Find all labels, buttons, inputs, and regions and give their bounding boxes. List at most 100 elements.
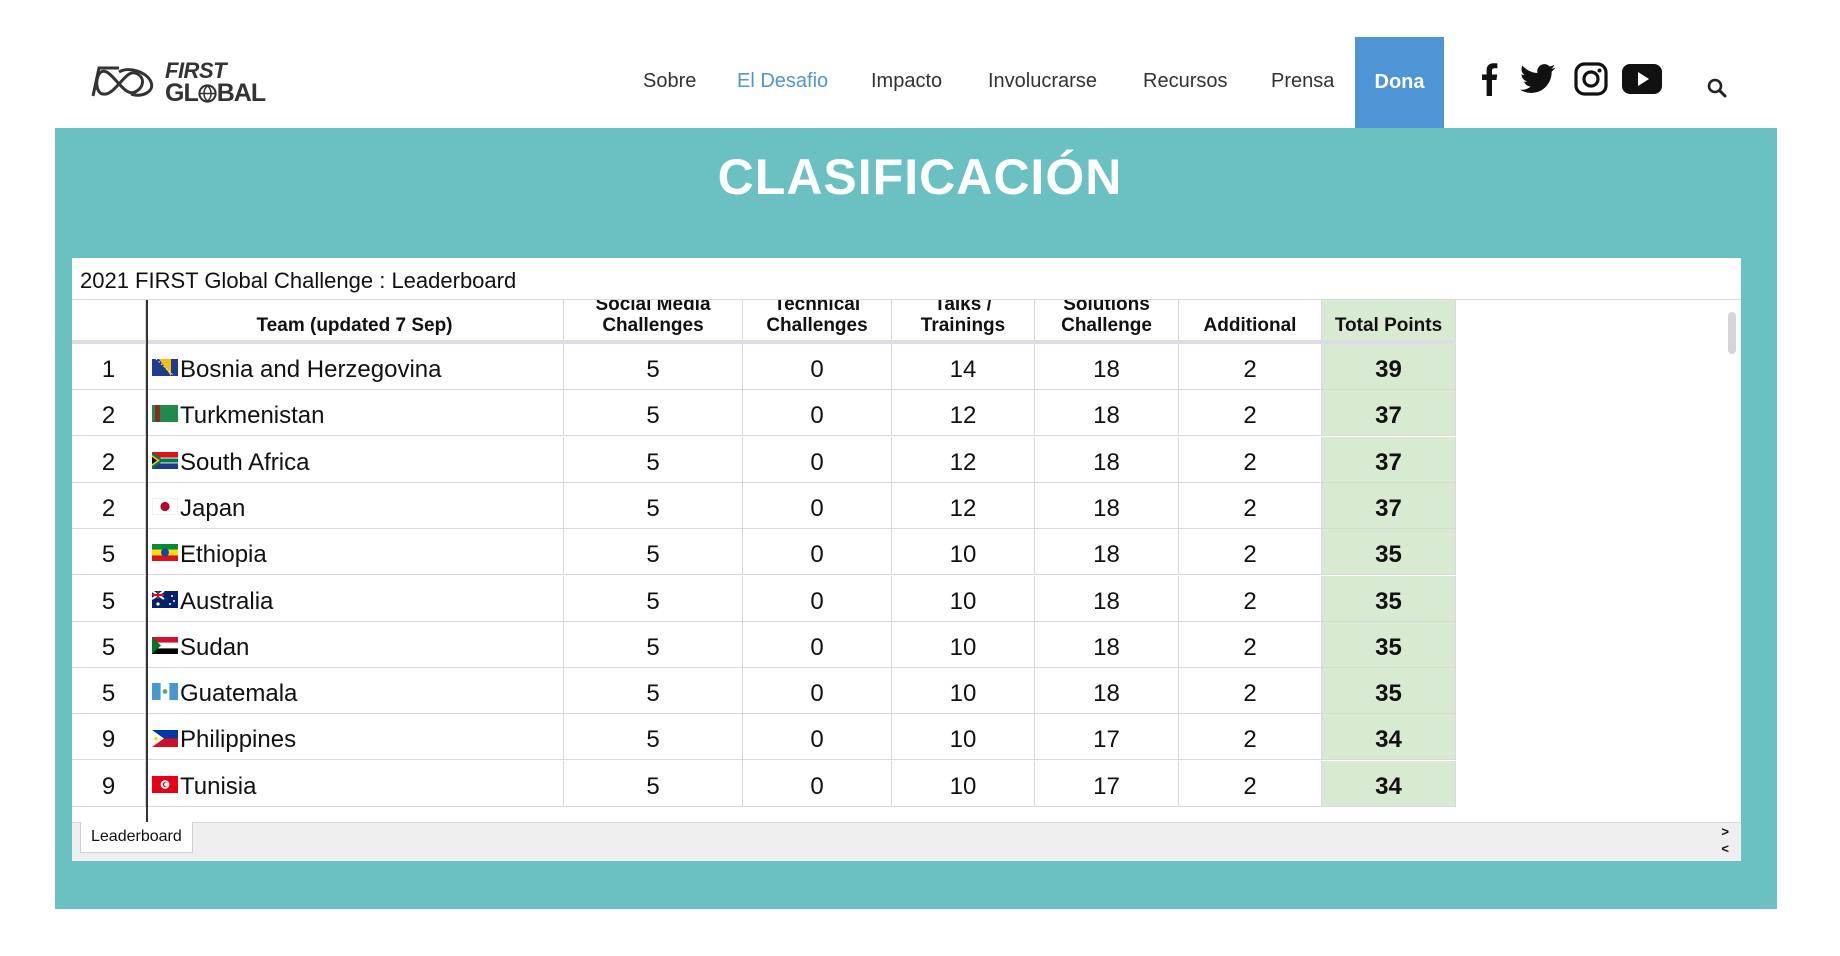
table-row[interactable]: 5 Guatemala 5 0 10 18 2 35: [72, 668, 1456, 715]
cell-talks[interactable]: 10: [892, 575, 1035, 622]
cell-talks[interactable]: 10: [892, 529, 1035, 576]
cell-talks[interactable]: 10: [892, 760, 1035, 807]
cell-additional[interactable]: 2: [1179, 482, 1322, 529]
cell-talks[interactable]: 10: [892, 621, 1035, 668]
cell-rank[interactable]: 5: [72, 621, 146, 668]
cell-additional[interactable]: 2: [1179, 714, 1322, 761]
cell-solutions[interactable]: 18: [1035, 621, 1179, 668]
cell-total[interactable]: 35: [1322, 529, 1456, 576]
cell-rank[interactable]: 5: [72, 668, 146, 715]
search-icon[interactable]: [1707, 78, 1727, 98]
cell-social[interactable]: 5: [564, 390, 743, 437]
cell-total[interactable]: 35: [1322, 575, 1456, 622]
cell-team[interactable]: Bosnia and Herzegovina: [146, 344, 564, 390]
cell-rank[interactable]: 2: [72, 390, 146, 437]
col-header-total[interactable]: Total Points: [1322, 300, 1456, 340]
col-header-social[interactable]: Social Media Challenges: [564, 300, 743, 340]
cell-social[interactable]: 5: [564, 575, 743, 622]
cell-team[interactable]: Australia: [146, 575, 564, 622]
cell-social[interactable]: 5: [564, 621, 743, 668]
cell-additional[interactable]: 2: [1179, 344, 1322, 390]
cell-rank[interactable]: 5: [72, 529, 146, 576]
cell-technical[interactable]: 0: [743, 482, 892, 529]
col-header-talks[interactable]: Talks / Trainings: [892, 300, 1035, 340]
cell-team[interactable]: Sudan: [146, 621, 564, 668]
cell-total[interactable]: 37: [1322, 482, 1456, 529]
table-row[interactable]: 2 South Africa 5 0 12 18 2 37: [72, 436, 1456, 484]
cell-rank[interactable]: 2: [72, 482, 146, 529]
cell-total[interactable]: 37: [1322, 436, 1456, 483]
table-row[interactable]: 5 Australia 5 0 10 18 2 35: [72, 575, 1456, 623]
cell-team[interactable]: Japan: [146, 482, 564, 529]
donate-button[interactable]: Dona: [1355, 37, 1444, 128]
nav-item-recursos[interactable]: Recursos: [1143, 70, 1227, 93]
col-header-solutions[interactable]: Solutions Challenge: [1035, 300, 1179, 340]
cell-social[interactable]: 5: [564, 529, 743, 576]
col-header-technical[interactable]: Technical Challenges: [743, 300, 892, 340]
cell-solutions[interactable]: 18: [1035, 575, 1179, 622]
cell-rank[interactable]: 1: [72, 344, 146, 390]
cell-technical[interactable]: 0: [743, 436, 892, 483]
col-header-rank[interactable]: [72, 300, 146, 340]
cell-solutions[interactable]: 18: [1035, 390, 1179, 437]
table-row[interactable]: 2 Turkmenistan 5 0 12 18 2 37: [72, 390, 1456, 437]
embedded-spreadsheet[interactable]: 2021 FIRST Global Challenge : Leaderboar…: [72, 258, 1741, 861]
cell-social[interactable]: 5: [564, 668, 743, 715]
cell-solutions[interactable]: 18: [1035, 668, 1179, 715]
nav-item-el-desafio[interactable]: El Desafio: [737, 70, 828, 93]
cell-rank[interactable]: 2: [72, 436, 146, 483]
youtube-icon[interactable]: [1622, 64, 1662, 94]
cell-total[interactable]: 39: [1322, 344, 1456, 390]
cell-social[interactable]: 5: [564, 344, 743, 390]
cell-team[interactable]: Tunisia: [146, 760, 564, 807]
nav-item-prensa[interactable]: Prensa: [1271, 70, 1334, 93]
table-row[interactable]: 2 Japan 5 0 12 18 2 37: [72, 482, 1456, 530]
cell-talks[interactable]: 12: [892, 390, 1035, 437]
table-row[interactable]: 9 Tunisia 5 0 10 17 2 34: [72, 760, 1456, 808]
cell-solutions[interactable]: 17: [1035, 760, 1179, 807]
nav-item-sobre[interactable]: Sobre: [643, 70, 696, 93]
cell-talks[interactable]: 10: [892, 714, 1035, 761]
cell-additional[interactable]: 2: [1179, 436, 1322, 483]
cell-total[interactable]: 34: [1322, 760, 1456, 807]
instagram-icon[interactable]: [1574, 62, 1608, 96]
sheet-tab-leaderboard[interactable]: Leaderboard: [80, 822, 193, 853]
cell-social[interactable]: 5: [564, 436, 743, 483]
cell-additional[interactable]: 2: [1179, 668, 1322, 715]
nav-item-involucrarse[interactable]: Involucrarse: [988, 70, 1097, 93]
cell-solutions[interactable]: 18: [1035, 529, 1179, 576]
cell-additional[interactable]: 2: [1179, 760, 1322, 807]
facebook-icon[interactable]: [1480, 60, 1498, 96]
cell-total[interactable]: 34: [1322, 714, 1456, 761]
nav-item-impacto[interactable]: Impacto: [871, 70, 942, 93]
cell-total[interactable]: 35: [1322, 621, 1456, 668]
cell-additional[interactable]: 2: [1179, 621, 1322, 668]
cell-solutions[interactable]: 18: [1035, 344, 1179, 390]
cell-team[interactable]: South Africa: [146, 436, 564, 483]
cell-technical[interactable]: 0: [743, 621, 892, 668]
cell-team[interactable]: Ethiopia: [146, 529, 564, 576]
prev-tab-arrow[interactable]: <: [1721, 840, 1729, 857]
twitter-icon[interactable]: [1520, 64, 1556, 94]
cell-team[interactable]: Guatemala: [146, 668, 564, 715]
cell-social[interactable]: 5: [564, 760, 743, 807]
cell-talks[interactable]: 12: [892, 482, 1035, 529]
cell-team[interactable]: Turkmenistan: [146, 390, 564, 437]
cell-technical[interactable]: 0: [743, 529, 892, 576]
first-global-logo[interactable]: FIRST GL BAL: [89, 58, 269, 108]
col-header-additional[interactable]: Additional: [1179, 300, 1322, 340]
cell-rank[interactable]: 5: [72, 575, 146, 622]
cell-additional[interactable]: 2: [1179, 390, 1322, 437]
cell-technical[interactable]: 0: [743, 575, 892, 622]
cell-social[interactable]: 5: [564, 714, 743, 761]
next-tab-arrow[interactable]: >: [1721, 823, 1729, 840]
cell-additional[interactable]: 2: [1179, 529, 1322, 576]
cell-solutions[interactable]: 18: [1035, 436, 1179, 483]
cell-solutions[interactable]: 17: [1035, 714, 1179, 761]
cell-talks[interactable]: 10: [892, 668, 1035, 715]
cell-technical[interactable]: 0: [743, 390, 892, 437]
cell-team[interactable]: Philippines: [146, 714, 564, 761]
cell-solutions[interactable]: 18: [1035, 482, 1179, 529]
table-row[interactable]: 5 Ethiopia 5 0 10 18 2 35: [72, 529, 1456, 576]
cell-rank[interactable]: 9: [72, 714, 146, 761]
